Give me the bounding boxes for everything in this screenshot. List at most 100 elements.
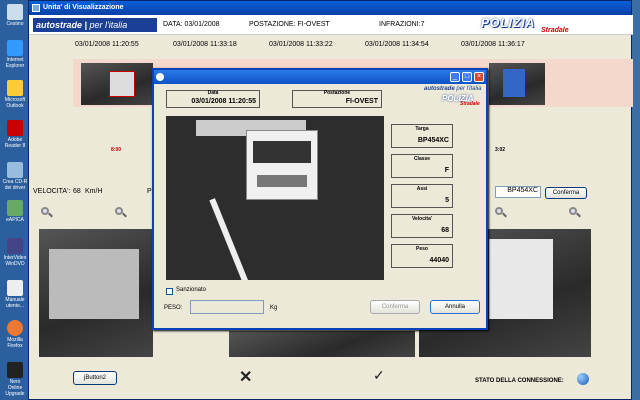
nero-icon — [7, 362, 23, 378]
desktop-icon-manuale[interactable]: Manuale utente... — [2, 280, 28, 309]
assi-field: Assi 5 — [391, 184, 453, 208]
targa-input[interactable]: BP454XC — [495, 186, 541, 198]
velocita-unit: Km/H — [85, 188, 103, 195]
front-closeup-photo[interactable] — [39, 229, 153, 357]
jbutton2[interactable]: jButton2 — [73, 371, 117, 385]
header-bar: autostrade | per l'italia DATA: 03/01/20… — [29, 15, 633, 35]
eapica-icon — [7, 200, 23, 216]
classe-field: Classe F — [391, 154, 453, 178]
peso-value: 44040 — [429, 257, 449, 264]
timestamp[interactable]: 03/01/2008 11:33:18 — [173, 41, 237, 48]
desktop-icon-ie[interactable]: Internet Explorer — [2, 40, 28, 69]
autostrade-logo: autostrade | per l'italia — [33, 18, 157, 32]
close-icon[interactable]: × — [474, 72, 484, 82]
timestamp[interactable]: 03/01/2008 11:34:54 — [365, 41, 429, 48]
desktop-icon-windvd[interactable]: InterVideo WinDVD — [2, 238, 28, 267]
dialog-police-sub: Stradale — [460, 101, 480, 107]
timestamp[interactable]: 03/01/2008 11:20:55 — [75, 41, 139, 48]
truck-image — [109, 71, 135, 97]
cd-icon — [7, 162, 23, 178]
peso-label: Peso — [416, 246, 428, 252]
velocita-value: 68 — [441, 227, 449, 234]
velocita-label: VELOCITA': — [33, 188, 71, 195]
desktop-icon-label: Internet Explorer — [5, 57, 25, 69]
internet-explorer-icon — [7, 40, 23, 56]
zoom-icon[interactable] — [495, 207, 507, 219]
app-icon — [32, 4, 40, 12]
detail-dialog: _ □ × Data 03/01/2008 11:20:55 Postazion… — [152, 68, 488, 330]
truck-rear-image — [489, 239, 553, 319]
photo-2[interactable] — [229, 331, 415, 357]
desktop-icon-crea-cd[interactable]: Crea CD-R dei driver — [2, 162, 28, 191]
desktop-icon-adobe[interactable]: Adobe Reader 8 — [2, 120, 28, 149]
desktop-icon-firefox[interactable]: Mozilla Firefox — [2, 320, 28, 349]
police-sub-text: Stradale — [541, 27, 569, 34]
data-field-label: Data — [207, 90, 219, 96]
desktop-icon-label: Cestino — [6, 21, 24, 27]
desktop-icon-label: Nero Online Upgrade — [5, 379, 25, 397]
desktop-icon-outlook[interactable]: Microsoft Outlook — [2, 80, 28, 109]
assi-label: Assi — [416, 186, 428, 192]
police-text: POLIZIA — [481, 16, 536, 30]
lane-line — [209, 198, 249, 280]
minimize-icon[interactable]: _ — [450, 72, 460, 82]
desktop-icon-label: InterVideo WinDVD — [3, 255, 27, 267]
velocita-label: Velocita' — [411, 216, 433, 222]
confirm-targa-button[interactable]: Conferma — [545, 187, 587, 199]
cancel-button[interactable]: Annulla — [430, 300, 480, 314]
peso-input[interactable] — [190, 300, 264, 314]
reject-icon[interactable]: ✕ — [239, 367, 252, 387]
logo-sub-text: per l'italia — [89, 20, 128, 30]
desktop-icon-label: eAPICA — [6, 217, 24, 223]
recycle-bin-icon — [7, 4, 23, 20]
peso-short-label: P — [147, 188, 152, 195]
bus-image — [503, 69, 525, 97]
timestamp[interactable]: 03/01/2008 11:33:22 — [269, 41, 333, 48]
assi-value: 5 — [445, 197, 449, 204]
thumbnail-label: 3:02 — [495, 147, 506, 153]
outlook-icon — [7, 80, 23, 96]
desktop-icon-label: Crea CD-R dei driver — [2, 179, 28, 191]
thumbnail-5[interactable] — [489, 63, 545, 105]
peso-field: Peso 44040 — [391, 244, 453, 268]
dialog-titlebar[interactable]: _ □ × — [154, 70, 486, 84]
desktop-icon-label: Adobe Reader 8 — [4, 137, 26, 149]
zoom-icon[interactable] — [41, 207, 53, 219]
vehicle-photo[interactable] — [166, 116, 384, 280]
classe-label: Classe — [413, 156, 431, 162]
thumbnail-label: 8:00 — [111, 147, 122, 153]
window-titlebar[interactable]: Unita' di Visualizzazione — [29, 1, 631, 15]
window-title: Unita' di Visualizzazione — [43, 4, 124, 11]
dialog-logo-main: autostrade — [424, 86, 455, 92]
thumbnail-1[interactable] — [81, 63, 153, 105]
adobe-reader-icon — [7, 120, 23, 136]
postazione-field: Postazione FI-OVEST — [292, 90, 382, 108]
logo-main-text: autostrade — [36, 20, 83, 30]
peso-input-label: PESO: — [164, 305, 183, 311]
confirm-button[interactable]: Conferma — [370, 300, 420, 314]
velocita-value: 68 — [73, 188, 81, 195]
postazione-field-label: Postazione — [323, 90, 351, 96]
timestamp[interactable]: 03/01/2008 11:36:17 — [461, 41, 525, 48]
targa-field: Targa BP454XC — [391, 124, 453, 148]
zoom-icon[interactable] — [115, 207, 127, 219]
desktop-icon-label: Manuale utente... — [5, 297, 25, 309]
sanzionato-checkbox[interactable] — [166, 288, 173, 295]
desktop-icon-nero[interactable]: Nero Online Upgrade — [2, 362, 28, 397]
desktop-icon-eapica[interactable]: eAPICA — [2, 200, 28, 223]
data-field-value: 03/01/2008 11:20:55 — [191, 98, 256, 105]
header-date: DATA: 03/01/2008 — [163, 21, 220, 28]
dialog-logo-sub: per l'italia — [456, 86, 482, 92]
globe-icon — [577, 373, 589, 385]
polizia-logo: POLIZIA Stradale — [481, 16, 581, 34]
truck-front-image — [49, 249, 139, 319]
desktop-icon-cestino[interactable]: Cestino — [2, 4, 28, 27]
desktop-icon-label: Microsoft Outlook — [4, 97, 26, 109]
connection-status-label: STATO DELLA CONNESSIONE: — [475, 378, 564, 384]
maximize-icon[interactable]: □ — [462, 72, 472, 82]
header-infrazioni: INFRAZIONI:7 — [379, 21, 425, 28]
accept-check-icon[interactable]: ✓ — [373, 367, 385, 384]
zoom-icon[interactable] — [569, 207, 581, 219]
dialog-icon — [156, 73, 164, 81]
windvd-icon — [7, 238, 23, 254]
